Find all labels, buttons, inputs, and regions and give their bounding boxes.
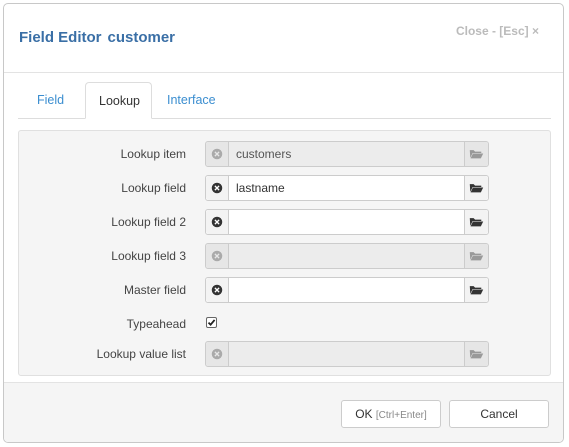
- lookup-field-2-label: Lookup field 2: [111, 215, 186, 229]
- row-lookup-field-3: Lookup field 3: [19, 243, 550, 269]
- clear-circle-icon: [211, 182, 223, 194]
- lookup-value-list-label: Lookup value list: [96, 347, 186, 361]
- dialog-title-name: customer: [107, 29, 176, 46]
- lookup-item-browse-button: [464, 142, 488, 166]
- tab-interface[interactable]: Interface: [154, 82, 229, 119]
- clear-circle-icon: [211, 250, 223, 262]
- folder-open-icon: [469, 252, 484, 261]
- dialog-header: Field Editor customer Close - [Esc] ×: [4, 4, 563, 73]
- master-field-input[interactable]: [205, 277, 489, 303]
- tab-bar: Field Lookup Interface: [18, 82, 551, 119]
- ok-shortcut-hint: [Ctrl+Enter]: [375, 410, 427, 421]
- row-lookup-field: Lookup field lastname: [19, 175, 550, 201]
- checkmark-icon: [207, 319, 216, 327]
- row-lookup-value-list: Lookup value list: [19, 341, 550, 367]
- lookup-field-label: Lookup field: [121, 181, 186, 195]
- close-button[interactable]: Close - [Esc] ×: [456, 24, 539, 38]
- lookup-field-3-label: Lookup field 3: [111, 249, 186, 263]
- lookup-field-2-browse-button[interactable]: [464, 210, 488, 234]
- folder-open-icon: [469, 150, 484, 159]
- lookup-panel: Lookup item customers Lookup field lastn…: [18, 130, 551, 376]
- typeahead-label: Typeahead: [126, 317, 186, 331]
- tab-field[interactable]: Field: [24, 82, 77, 119]
- lookup-value-list-input: [205, 341, 489, 367]
- folder-open-icon: [469, 218, 484, 227]
- master-field-label: Master field: [123, 283, 186, 297]
- cancel-button[interactable]: Cancel: [449, 400, 549, 428]
- folder-open-icon: [469, 350, 484, 359]
- clear-circle-icon: [211, 216, 223, 228]
- master-field-browse-button[interactable]: [464, 278, 488, 302]
- lookup-field-3-clear-button: [206, 244, 229, 268]
- lookup-field-3-browse-button: [464, 244, 488, 268]
- folder-open-icon: [469, 286, 484, 295]
- dialog-title: Field Editor customer: [19, 29, 175, 46]
- lookup-item-field: customers: [205, 141, 489, 167]
- field-editor-dialog: Field Editor customer Close - [Esc] × Fie…: [3, 3, 564, 443]
- lookup-field-2-input[interactable]: [205, 209, 489, 235]
- lookup-item-label: Lookup item: [120, 147, 186, 161]
- ok-button[interactable]: OK [Ctrl+Enter]: [341, 400, 441, 428]
- dialog-footer: OK [Ctrl+Enter] Cancel: [4, 382, 563, 442]
- clear-circle-icon: [211, 284, 223, 296]
- lookup-value-list-clear-button: [206, 342, 229, 366]
- lookup-field-3-input: [205, 243, 489, 269]
- master-field-clear-button[interactable]: [206, 278, 229, 302]
- row-lookup-field-2: Lookup field 2: [19, 209, 550, 235]
- clear-circle-icon: [211, 348, 223, 360]
- lookup-field-2-clear-button[interactable]: [206, 210, 229, 234]
- row-lookup-item: Lookup item customers: [19, 141, 550, 167]
- typeahead-checkbox[interactable]: [206, 317, 217, 328]
- lookup-field-input[interactable]: lastname: [205, 175, 489, 201]
- ok-button-label: OK: [355, 407, 373, 421]
- row-master-field: Master field: [19, 277, 550, 303]
- folder-open-icon: [469, 184, 484, 193]
- tab-lookup[interactable]: Lookup: [85, 82, 152, 119]
- lookup-field-value: lastname: [236, 181, 285, 195]
- lookup-field-browse-button[interactable]: [464, 176, 488, 200]
- dialog-title-prefix: Field Editor: [19, 29, 102, 46]
- lookup-field-clear-button[interactable]: [206, 176, 229, 200]
- row-typeahead: Typeahead: [19, 311, 550, 337]
- lookup-item-clear-button: [206, 142, 229, 166]
- clear-circle-icon: [211, 148, 223, 160]
- lookup-value-list-browse-button: [464, 342, 488, 366]
- lookup-item-value: customers: [236, 147, 292, 161]
